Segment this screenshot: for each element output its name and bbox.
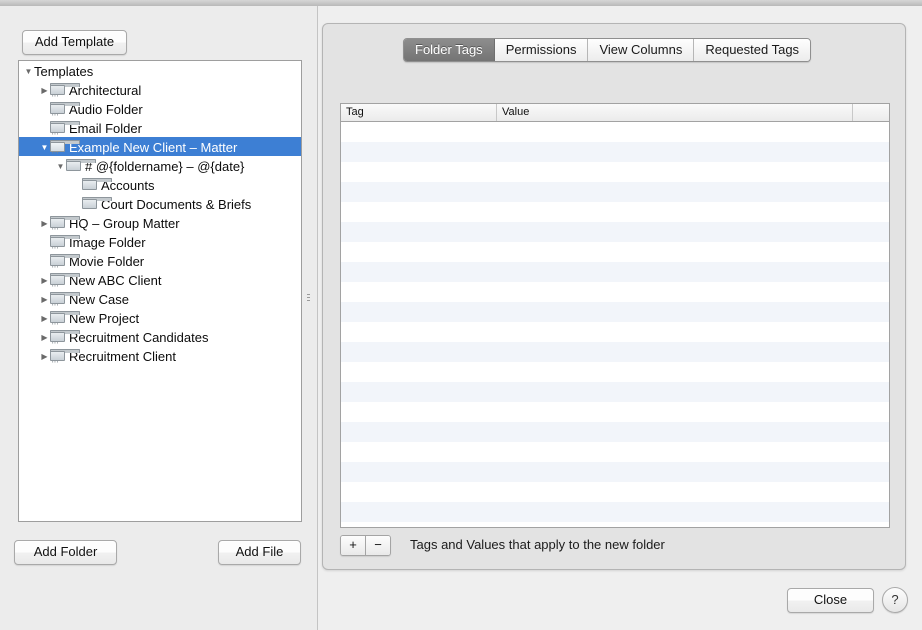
tab-folder-tags[interactable]: Folder Tags bbox=[404, 39, 495, 61]
tree-item-label: Recruitment Client bbox=[69, 349, 176, 365]
folder-icon bbox=[66, 159, 96, 172]
tree-item-label: HQ – Group Matter bbox=[69, 216, 180, 232]
folder-icon bbox=[82, 178, 112, 191]
tree-item-label: Movie Folder bbox=[69, 254, 145, 270]
tree-item[interactable]: ▶ ▪▪▪ Recruitment Candidates bbox=[19, 327, 301, 346]
folder-tags-table[interactable]: Tag Value bbox=[340, 103, 890, 528]
tree-item-label: New ABC Client bbox=[69, 273, 162, 289]
column-header-extra[interactable] bbox=[853, 104, 888, 121]
table-row[interactable] bbox=[341, 522, 889, 527]
add-file-button[interactable]: Add File bbox=[218, 540, 301, 565]
table-row[interactable] bbox=[341, 282, 889, 302]
table-row[interactable] bbox=[341, 302, 889, 322]
template-folder-icon: ▪▪▪ bbox=[50, 102, 80, 117]
table-header: Tag Value bbox=[341, 104, 889, 122]
remove-tag-button[interactable]: − bbox=[366, 536, 390, 555]
tree-item[interactable]: ▶ ▪▪▪ Recruitment Client bbox=[19, 346, 301, 365]
disclosure-triangle-closed-icon[interactable]: ▶ bbox=[39, 347, 50, 366]
disclosure-triangle-closed-icon[interactable]: ▶ bbox=[39, 328, 50, 347]
table-row[interactable] bbox=[341, 442, 889, 462]
tab-strip[interactable]: Folder Tags Permissions View Columns Reques… bbox=[403, 38, 812, 62]
table-row[interactable] bbox=[341, 222, 889, 242]
tab-requested-tags[interactable]: Requested Tags bbox=[694, 39, 811, 61]
tree-item-label: Image Folder bbox=[69, 235, 146, 251]
disclosure-triangle-closed-icon[interactable]: ▶ bbox=[39, 214, 50, 233]
table-row-controls[interactable]: + − bbox=[340, 535, 391, 556]
table-body[interactable] bbox=[341, 122, 889, 527]
templates-pane: Add Template ▼ Templates ▶ ▪▪▪ Architectural… bbox=[0, 6, 318, 630]
tab-permissions[interactable]: Permissions bbox=[494, 39, 589, 61]
disclosure-triangle-closed-icon[interactable]: ▶ bbox=[39, 290, 50, 309]
tree-item[interactable]: ▪▪▪ Movie Folder bbox=[19, 251, 301, 270]
tree-item[interactable]: Accounts bbox=[19, 175, 301, 194]
tree-item[interactable]: ▶ ▪▪▪ New ABC Client bbox=[19, 270, 301, 289]
column-header-value[interactable]: Value bbox=[497, 104, 853, 121]
table-row[interactable] bbox=[341, 382, 889, 402]
tree-item-label: Audio Folder bbox=[69, 102, 143, 118]
template-folder-icon: ▪▪▪ bbox=[50, 121, 80, 136]
tree-item[interactable]: ▼ # @{foldername} – @{date} bbox=[19, 156, 301, 175]
column-header-tag[interactable]: Tag bbox=[341, 104, 497, 121]
tree-item-label: Example New Client – Matter bbox=[69, 140, 238, 156]
template-folder-icon: ▪▪▪ bbox=[50, 83, 80, 98]
table-row[interactable] bbox=[341, 262, 889, 282]
help-button[interactable]: ? bbox=[882, 587, 908, 613]
table-row[interactable] bbox=[341, 342, 889, 362]
table-row[interactable] bbox=[341, 162, 889, 182]
add-template-button[interactable]: Add Template bbox=[22, 30, 127, 55]
table-row[interactable] bbox=[341, 202, 889, 222]
table-row[interactable] bbox=[341, 502, 889, 522]
tree-item[interactable]: ▶ ▪▪▪ HQ – Group Matter bbox=[19, 213, 301, 232]
tree-item[interactable]: ▪▪▪ Image Folder bbox=[19, 232, 301, 251]
disclosure-triangle-open-icon[interactable]: ▼ bbox=[55, 157, 66, 176]
table-row[interactable] bbox=[341, 402, 889, 422]
folder-icon bbox=[82, 197, 112, 210]
tree-item[interactable]: ▪▪▪ Audio Folder bbox=[19, 99, 301, 118]
tree-item[interactable]: ▪▪▪ Email Folder bbox=[19, 118, 301, 137]
template-folder-icon: ▪▪▪ bbox=[50, 235, 80, 250]
add-folder-button[interactable]: Add Folder bbox=[14, 540, 117, 565]
details-pane: Folder Tags Permissions View Columns Reques… bbox=[318, 6, 922, 630]
disclosure-triangle-closed-icon[interactable]: ▶ bbox=[39, 271, 50, 290]
add-tag-button[interactable]: + bbox=[341, 536, 366, 555]
template-folder-icon: ▪▪▪ bbox=[50, 330, 80, 345]
disclosure-triangle-open-icon[interactable]: ▼ bbox=[23, 62, 34, 81]
disclosure-triangle-open-icon[interactable]: ▼ bbox=[39, 138, 50, 157]
tree-item-label: Templates bbox=[34, 64, 94, 80]
split-handle[interactable] bbox=[305, 292, 312, 304]
table-row[interactable] bbox=[341, 242, 889, 262]
table-row[interactable] bbox=[341, 122, 889, 142]
table-row[interactable] bbox=[341, 482, 889, 502]
tree-item-label: Court Documents & Briefs bbox=[101, 197, 252, 213]
tree-item-label: Recruitment Candidates bbox=[69, 330, 209, 346]
disclosure-triangle-closed-icon[interactable]: ▶ bbox=[39, 309, 50, 328]
close-button[interactable]: Close bbox=[787, 588, 874, 613]
tab-view-columns[interactable]: View Columns bbox=[588, 39, 695, 61]
tree-item[interactable]: ▶ ▪▪▪ Architectural bbox=[19, 80, 301, 99]
template-editor-dialog: Add Template ▼ Templates ▶ ▪▪▪ Architectural… bbox=[0, 6, 922, 630]
tree-item[interactable]: ▼ Templates bbox=[19, 61, 301, 80]
tree-item[interactable]: ▶ ▪▪▪ New Case bbox=[19, 289, 301, 308]
template-folder-icon: ▪▪▪ bbox=[50, 311, 80, 326]
tree-item[interactable]: ▶ ▪▪▪ New Project bbox=[19, 308, 301, 327]
disclosure-triangle-closed-icon[interactable]: ▶ bbox=[39, 81, 50, 100]
template-folder-icon: ▪▪▪ bbox=[50, 349, 80, 364]
table-row[interactable] bbox=[341, 142, 889, 162]
template-folder-icon: ▪▪▪ bbox=[50, 140, 80, 155]
template-folder-icon: ▪▪▪ bbox=[50, 292, 80, 307]
table-row[interactable] bbox=[341, 462, 889, 482]
template-folder-icon: ▪▪▪ bbox=[50, 216, 80, 231]
tree-item[interactable]: Court Documents & Briefs bbox=[19, 194, 301, 213]
tree-item[interactable]: ▼ ▪▪▪ Example New Client – Matter bbox=[19, 137, 301, 156]
table-row[interactable] bbox=[341, 422, 889, 442]
table-caption: Tags and Values that apply to the new fo… bbox=[410, 537, 665, 552]
tree-item-label: # @{foldername} – @{date} bbox=[85, 159, 245, 175]
template-folder-icon: ▪▪▪ bbox=[50, 273, 80, 288]
tab-box: Folder Tags Permissions View Columns Reques… bbox=[322, 23, 906, 570]
template-folder-icon: ▪▪▪ bbox=[50, 254, 80, 269]
table-row[interactable] bbox=[341, 362, 889, 382]
table-row[interactable] bbox=[341, 182, 889, 202]
table-row[interactable] bbox=[341, 322, 889, 342]
templates-outline-view[interactable]: ▼ Templates ▶ ▪▪▪ Architectural ▪▪▪ Audio Fold… bbox=[18, 60, 302, 522]
